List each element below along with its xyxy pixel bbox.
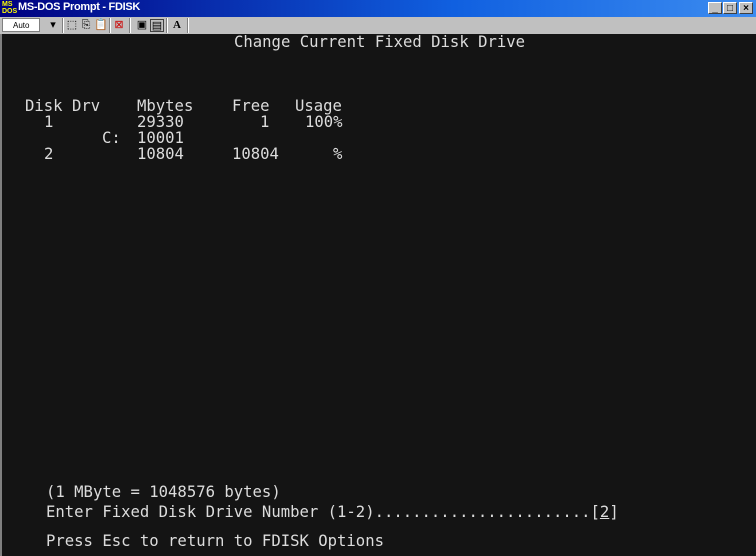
col-free: Free (232, 97, 270, 115)
properties-icon[interactable]: ▣ (136, 19, 148, 32)
row2-drv: C: (102, 129, 121, 147)
msdos-app-icon[interactable]: MS DOS (2, 1, 17, 15)
row1-free: 1 (260, 113, 270, 131)
col-usage: Usage (295, 97, 342, 115)
window-title: MS-DOS Prompt - FDISK (18, 1, 141, 13)
row1-mbytes: 29330 (137, 113, 184, 131)
row1-disk: 1 (44, 113, 54, 131)
col-mbytes: Mbytes (137, 97, 194, 115)
copy-icon[interactable]: ⎘ (80, 19, 92, 32)
screen-heading: Change Current Fixed Disk Drive (234, 33, 526, 51)
background-icon[interactable]: ▤ (150, 19, 164, 32)
divider (62, 18, 64, 33)
minimize-button[interactable]: _ (708, 2, 722, 14)
paste-icon[interactable]: 📋 (94, 19, 108, 32)
mbyte-note: (1 MByte = 1048576 bytes) (46, 483, 281, 501)
divider (129, 18, 131, 33)
divider (187, 18, 189, 33)
font-icon[interactable]: A (170, 19, 184, 32)
row1-usage: 100% (305, 113, 343, 131)
row3-free: 10804 (232, 145, 279, 163)
row3-usage: % (333, 145, 343, 163)
row3-disk: 2 (44, 145, 54, 163)
mark-icon[interactable]: ⬚ (66, 19, 78, 32)
esc-hint: Press Esc to return to FDISK Options (46, 532, 384, 550)
drive-number-prompt: Enter Fixed Disk Drive Number (1-2).....… (46, 503, 619, 521)
chevron-down-icon[interactable]: ▾ (48, 19, 58, 32)
divider (109, 18, 111, 33)
row2-mbytes: 10001 (137, 129, 184, 147)
title-bar: MS DOS MS-DOS Prompt - FDISK _ □ × (0, 0, 756, 17)
drive-number-input[interactable]: 2 (600, 503, 609, 521)
font-size-select[interactable]: Auto (2, 18, 40, 32)
col-drv: Drv (72, 97, 101, 115)
close-button[interactable]: × (739, 2, 753, 14)
col-disk: Disk (25, 97, 63, 115)
prompt-text: Enter Fixed Disk Drive Number (1-2).....… (46, 503, 591, 521)
divider (166, 18, 168, 33)
row3-mbytes: 10804 (137, 145, 184, 163)
maximize-button[interactable]: □ (723, 2, 737, 14)
console-screen[interactable]: Change Current Fixed Disk Drive Disk Drv… (0, 34, 756, 556)
fullscreen-icon[interactable]: ⊠ (113, 19, 125, 32)
